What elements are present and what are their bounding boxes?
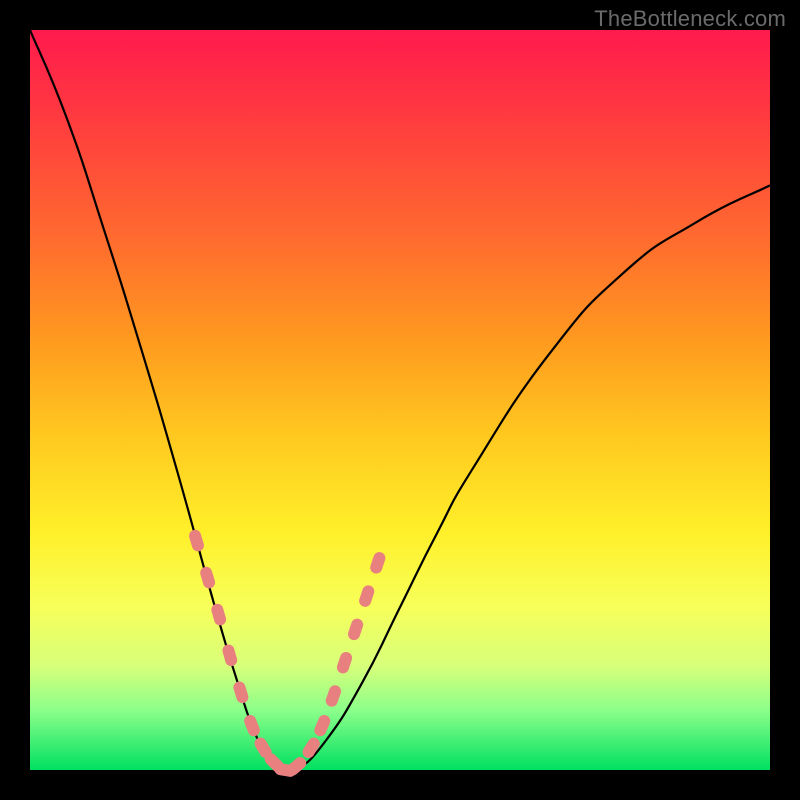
marker-point — [346, 617, 364, 642]
chart-plot-area — [30, 30, 770, 770]
marker-point — [232, 680, 250, 705]
marker-point — [300, 735, 322, 760]
marker-point — [188, 528, 206, 553]
curve-line — [30, 30, 770, 774]
chart-frame: TheBottleneck.com — [0, 0, 800, 800]
marker-point — [221, 643, 239, 667]
marker-group — [188, 528, 387, 778]
marker-point — [358, 584, 376, 609]
marker-point — [242, 713, 261, 738]
watermark-text: TheBottleneck.com — [594, 6, 786, 32]
marker-point — [210, 602, 228, 626]
chart-svg — [30, 30, 770, 770]
marker-point — [335, 650, 353, 675]
marker-point — [324, 684, 343, 709]
marker-point — [369, 550, 387, 575]
marker-point — [199, 565, 217, 590]
